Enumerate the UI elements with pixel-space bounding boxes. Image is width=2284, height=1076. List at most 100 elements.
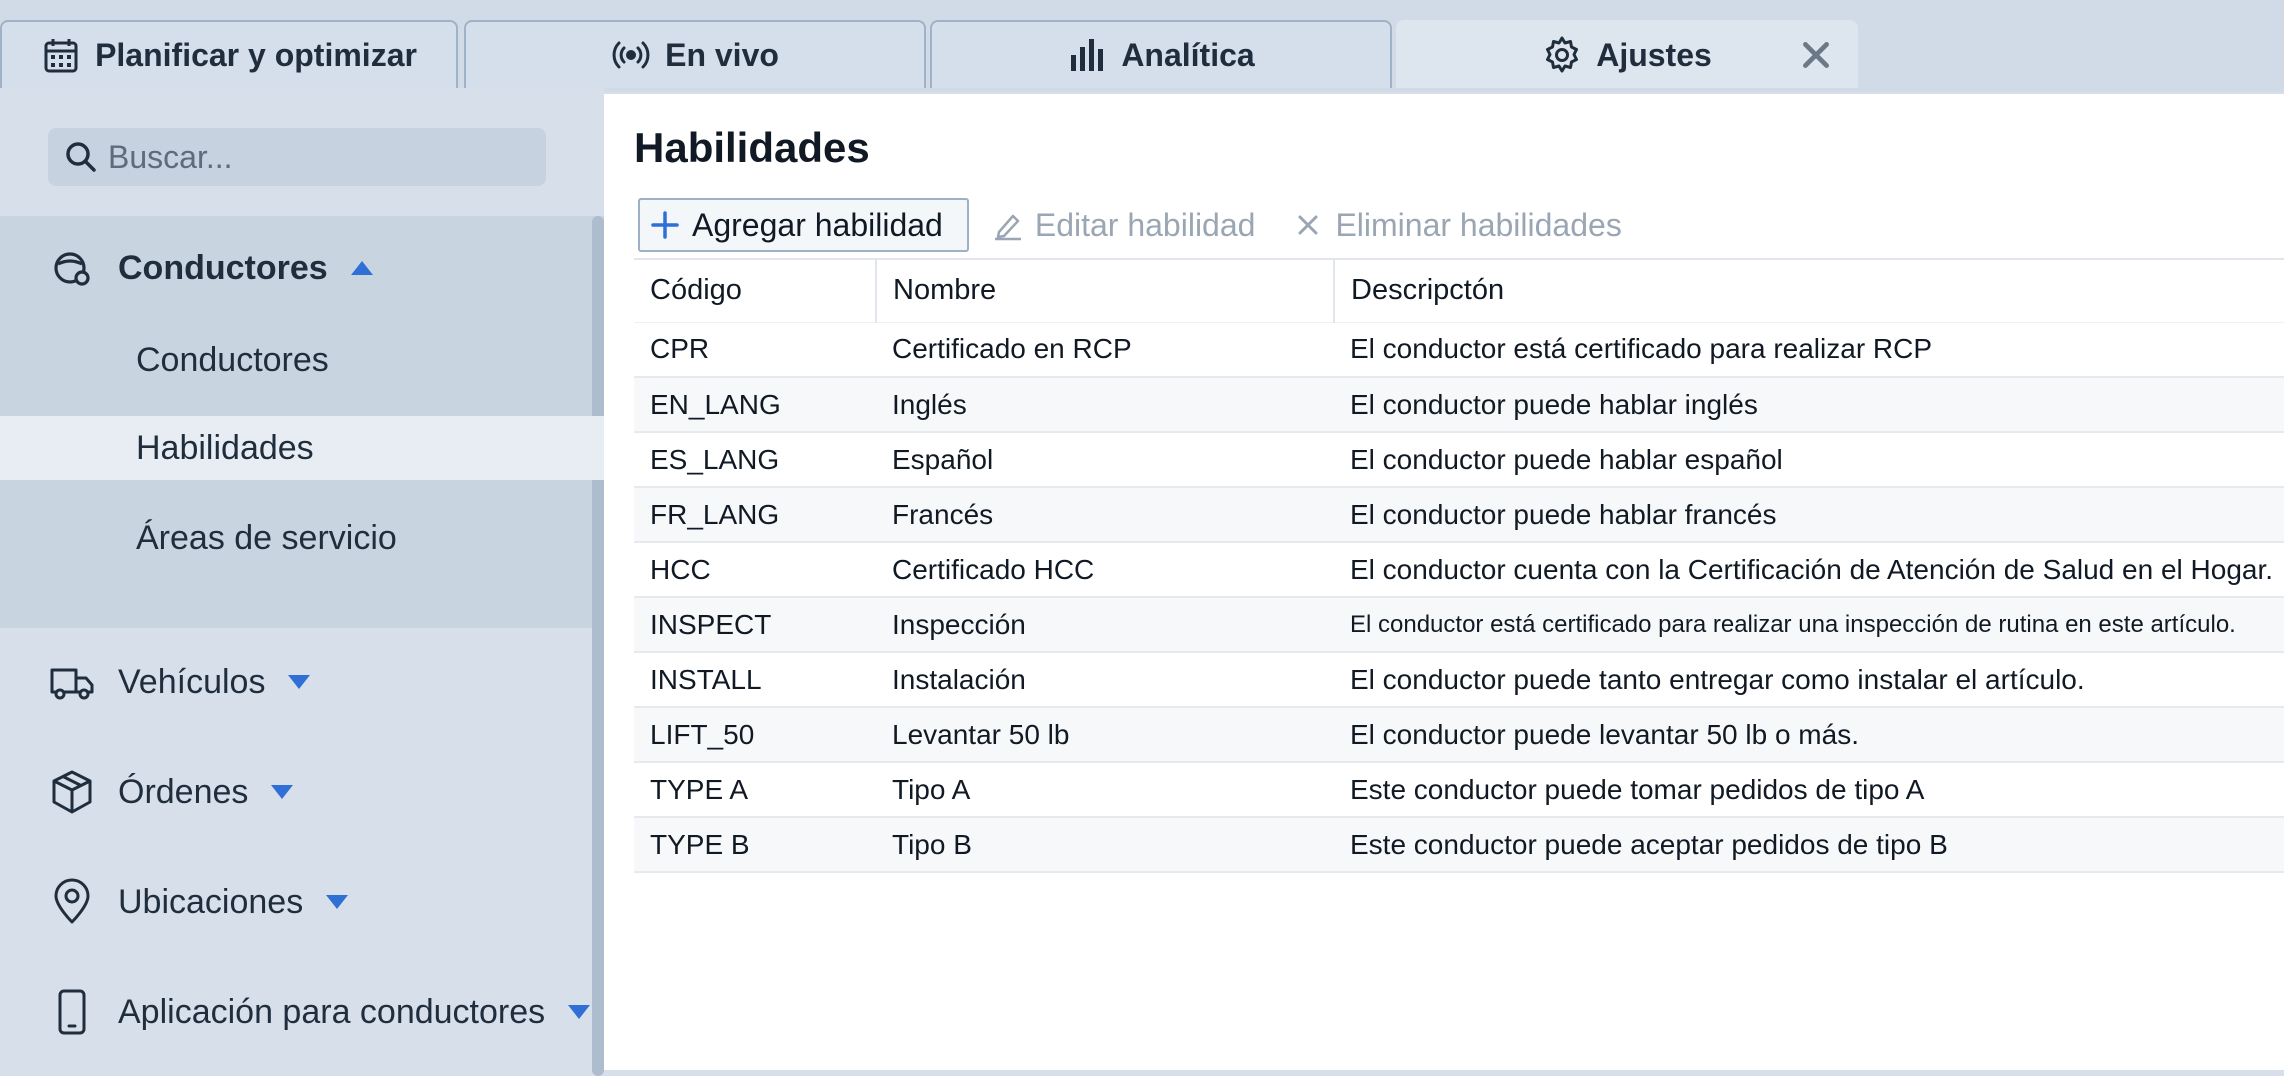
nav-group-header-ordenes[interactable]: Órdenes bbox=[48, 768, 294, 816]
table-row[interactable]: HCC Certificado HCC El conductor cuenta … bbox=[634, 542, 2284, 598]
close-icon[interactable] bbox=[1796, 35, 1836, 75]
mobile-phone-icon bbox=[58, 989, 86, 1035]
tab-analitica[interactable]: Analítica bbox=[930, 20, 1392, 88]
cell-name: Francés bbox=[876, 487, 1334, 543]
cell-code: FR_LANG bbox=[634, 487, 876, 543]
tab-label: Planificar y optimizar bbox=[95, 36, 417, 73]
nav-group-label: Órdenes bbox=[118, 772, 249, 811]
sidebar-item-label: Habilidades bbox=[136, 428, 314, 467]
location-pin-icon bbox=[54, 878, 90, 924]
pencil-icon bbox=[994, 214, 1021, 241]
caret-down-icon bbox=[271, 785, 294, 799]
nav-group-label: Vehículos bbox=[118, 662, 266, 701]
broadcast-icon bbox=[612, 41, 650, 69]
nav-group-header-aplicacion[interactable]: Aplicación para conductores bbox=[48, 988, 591, 1036]
cell-name: Español bbox=[876, 432, 1334, 488]
cell-code: TYPE A bbox=[634, 762, 876, 818]
cell-description: Este conductor puede tomar pedidos de ti… bbox=[1334, 762, 2284, 818]
nav-group-header-ubicaciones[interactable]: Ubicaciones bbox=[48, 878, 349, 926]
calendar-icon bbox=[44, 39, 78, 73]
sidebar-item-label: Áreas de servicio bbox=[136, 518, 397, 557]
tab-en-vivo[interactable]: En vivo bbox=[464, 20, 926, 88]
caret-down-icon bbox=[568, 1005, 591, 1019]
skills-table: Código Nombre Descripctón CPR Certificad… bbox=[634, 258, 2284, 873]
tab-planificar[interactable]: Planificar y optimizar bbox=[0, 20, 458, 88]
cell-name: Tipo A bbox=[876, 762, 1334, 818]
cell-name: Inglés bbox=[876, 377, 1334, 433]
cell-code: CPR bbox=[634, 322, 876, 378]
cell-description: Este conductor puede aceptar pedidos de … bbox=[1334, 817, 2284, 873]
cell-name: Certificado HCC bbox=[876, 542, 1334, 598]
toolbar: Agregar habilidad Editar habilidad Elimi… bbox=[638, 198, 1636, 252]
cell-description: El conductor puede hablar inglés bbox=[1334, 377, 2284, 433]
sidebar-item-conductores[interactable]: Conductores bbox=[0, 328, 604, 392]
gear-icon bbox=[1546, 36, 1579, 73]
tab-label: Analítica bbox=[1121, 36, 1255, 73]
table-row[interactable]: TYPE B Tipo B Este conductor puede acept… bbox=[634, 817, 2284, 873]
column-header-nombre[interactable]: Nombre bbox=[875, 260, 1334, 323]
caret-down-icon bbox=[326, 895, 349, 909]
nav-group-header-vehiculos[interactable]: Vehículos bbox=[48, 658, 311, 706]
cell-name: Instalación bbox=[876, 652, 1334, 708]
sidebar-item-areas-de-servicio[interactable]: Áreas de servicio bbox=[0, 506, 604, 570]
tab-ajustes[interactable]: Ajustes bbox=[1396, 20, 1858, 88]
tab-bar: Planificar y optimizar En vivo Analítica… bbox=[0, 0, 2284, 92]
sidebar: Conductores Conductores Habilidades Área… bbox=[0, 88, 604, 1076]
driver-icon bbox=[54, 252, 90, 286]
edit-skill-button[interactable]: Editar habilidad bbox=[991, 198, 1270, 252]
edit-skill-label: Editar habilidad bbox=[1034, 206, 1256, 243]
table-row[interactable]: ES_LANG Español El conductor puede habla… bbox=[634, 432, 2284, 488]
cell-name: Levantar 50 lb bbox=[876, 707, 1334, 763]
page-title: Habilidades bbox=[634, 124, 870, 171]
delete-skills-button[interactable]: Eliminar habilidades bbox=[1291, 198, 1635, 252]
sidebar-item-habilidades[interactable]: Habilidades bbox=[0, 416, 604, 480]
tab-label: En vivo bbox=[665, 36, 779, 73]
cell-name: Tipo B bbox=[876, 817, 1334, 873]
cell-code: EN_LANG bbox=[634, 377, 876, 433]
sidebar-item-label: Conductores bbox=[136, 340, 329, 379]
table-row[interactable]: INSPECT Inspección El conductor está cer… bbox=[634, 597, 2284, 653]
nav-group-label: Ubicaciones bbox=[118, 882, 304, 921]
cell-name: Certificado en RCP bbox=[876, 322, 1334, 378]
caret-down-icon bbox=[288, 675, 311, 689]
main-panel: Habilidades Agregar habilidad Editar hab… bbox=[604, 94, 2284, 1070]
bar-chart-icon bbox=[1071, 39, 1104, 71]
cell-description: El conductor cuenta con la Certificación… bbox=[1334, 542, 2284, 598]
cell-code: INSPECT bbox=[634, 597, 876, 653]
table-row[interactable]: LIFT_50 Levantar 50 lb El conductor pued… bbox=[634, 707, 2284, 763]
tab-label: Ajustes bbox=[1596, 36, 1712, 73]
cell-description: El conductor puede hablar francés bbox=[1334, 487, 2284, 543]
cell-code: LIFT_50 bbox=[634, 707, 876, 763]
cell-code: HCC bbox=[634, 542, 876, 598]
cell-description: El conductor está certificado para reali… bbox=[1334, 597, 2284, 653]
truck-icon bbox=[50, 668, 94, 700]
cell-code: INSTALL bbox=[634, 652, 876, 708]
column-header-descripcion[interactable]: Descripctón bbox=[1333, 260, 2284, 323]
cell-description: El conductor puede levantar 50 lb o más. bbox=[1334, 707, 2284, 763]
column-header-codigo[interactable]: Código bbox=[634, 260, 876, 323]
cell-name: Inspección bbox=[876, 597, 1334, 653]
table-row[interactable]: CPR Certificado en RCP El conductor está… bbox=[634, 322, 2284, 378]
cell-description: El conductor está certificado para reali… bbox=[1334, 322, 2284, 378]
cell-description: El conductor puede tanto entregar como i… bbox=[1334, 652, 2284, 708]
cell-code: TYPE B bbox=[634, 817, 876, 873]
delete-skills-label: Eliminar habilidades bbox=[1335, 206, 1622, 243]
search-input[interactable] bbox=[108, 138, 528, 176]
cell-code: ES_LANG bbox=[634, 432, 876, 488]
table-row[interactable]: TYPE A Tipo A Este conductor puede tomar… bbox=[634, 762, 2284, 818]
search-icon bbox=[66, 142, 96, 172]
search-box[interactable] bbox=[48, 128, 546, 186]
nav-group-label: Aplicación para conductores bbox=[118, 992, 546, 1031]
cell-description: El conductor puede hablar español bbox=[1334, 432, 2284, 488]
add-skill-button[interactable]: Agregar habilidad bbox=[638, 198, 969, 252]
table-header-row: Código Nombre Descripctón bbox=[634, 260, 2284, 323]
table-row[interactable]: FR_LANG Francés El conductor puede habla… bbox=[634, 487, 2284, 543]
nav-group-header-conductores[interactable]: Conductores bbox=[48, 244, 374, 292]
nav-group-label: Conductores bbox=[118, 248, 328, 287]
table-row[interactable]: INSTALL Instalación El conductor puede t… bbox=[634, 652, 2284, 708]
package-icon bbox=[52, 770, 92, 814]
close-icon bbox=[1298, 215, 1318, 235]
plus-icon bbox=[651, 211, 679, 239]
add-skill-label: Agregar habilidad bbox=[692, 206, 943, 243]
table-row[interactable]: EN_LANG Inglés El conductor puede hablar… bbox=[634, 377, 2284, 433]
